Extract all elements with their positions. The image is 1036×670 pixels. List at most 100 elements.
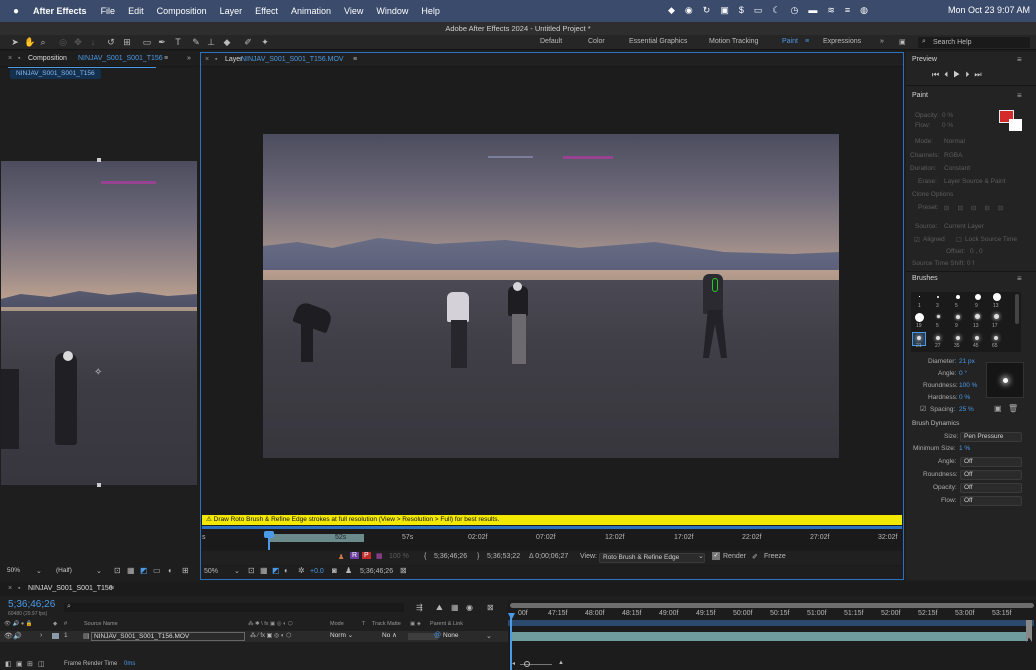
zoom-percent[interactable]: 100 %	[389, 553, 409, 560]
panel-toggle-icon[interactable]: ▣	[899, 38, 906, 46]
roto-brush-tool-icon[interactable]: ✐	[243, 37, 253, 47]
screen-record-icon[interactable]: ◉	[685, 5, 693, 16]
work-area-end-handle[interactable]	[1026, 620, 1032, 642]
menu-edit[interactable]: Edit	[128, 6, 144, 16]
more-workspaces-icon[interactable]: »	[880, 38, 884, 45]
channel-icon[interactable]: ◐	[284, 566, 289, 575]
paint-icon[interactable]: P	[362, 552, 371, 559]
workspace-default[interactable]: Default	[540, 38, 562, 45]
type-tool-icon[interactable]: T	[173, 37, 183, 47]
frame-blending-icon[interactable]: ◉	[466, 603, 473, 612]
layer-label-color[interactable]	[52, 633, 59, 639]
puppet-tool-icon[interactable]: ✦	[260, 37, 270, 47]
diameter-value[interactable]: 21 px	[959, 358, 975, 365]
size-dropdown[interactable]: Pen Pressure	[960, 432, 1022, 442]
workspace-paint-menu-icon[interactable]: ≡	[805, 38, 809, 45]
zoom-out-icon[interactable]: ◂	[512, 660, 515, 667]
battery-icon[interactable]: ▬	[808, 5, 817, 16]
spacing-checkbox[interactable]: ☑	[920, 405, 926, 413]
wifi-icon[interactable]: ≋	[827, 5, 835, 16]
clock-icon[interactable]: ◷	[790, 5, 798, 16]
set-out-point-icon[interactable]: }	[477, 553, 479, 560]
anchor-tool-icon[interactable]: ⊞	[122, 37, 132, 47]
transparency-grid-icon[interactable]: ▦	[260, 566, 268, 575]
visibility-eye-icon[interactable]: 👁	[4, 632, 13, 640]
dropbox-icon[interactable]: ◆	[668, 5, 675, 16]
graph-editor-icon[interactable]: ⊠	[487, 603, 494, 612]
close-tab-icon[interactable]: ×	[8, 585, 12, 592]
mode-dropdown[interactable]: Normal	[944, 138, 965, 145]
duration-dropdown[interactable]: Constant	[944, 165, 970, 172]
layer-tab[interactable]: × ▪ Layer NINJAV_S001_S001_T156.MOV ≡	[201, 53, 903, 67]
guides-icon[interactable]: ▭	[153, 566, 161, 575]
timeline-tab[interactable]: × ▪ NINJAV_S001_S001_T156 ≡	[0, 582, 1036, 596]
layer-name-field[interactable]: NINJAV_S001_S001_T156.MOV	[91, 632, 245, 641]
dyn-angle-dropdown[interactable]: Off	[960, 457, 1022, 467]
hardness-value[interactable]: 0 %	[959, 394, 970, 401]
snapshot-icon[interactable]: ◙	[332, 566, 337, 575]
workspace-paint[interactable]: Paint	[782, 38, 798, 45]
transparency-grid-icon[interactable]: ▦	[127, 566, 135, 575]
min-size-value[interactable]: 1 %	[959, 445, 970, 452]
background-color-swatch[interactable]	[1009, 119, 1022, 131]
timeline-search-field[interactable]: ⌕	[64, 603, 404, 612]
orbit-tool-icon[interactable]: ◎	[58, 37, 68, 47]
spacing-value[interactable]: 25 %	[959, 406, 974, 413]
region-icon[interactable]: ⊡	[114, 566, 121, 575]
offset-value[interactable]: 0 , 0	[970, 248, 983, 255]
color-icon[interactable]: ◐	[168, 566, 173, 575]
search-help-field[interactable]: ⌕ Search Help	[918, 37, 1030, 48]
app-menu[interactable]: After Effects	[33, 6, 87, 16]
refine-edge-icon[interactable]: R	[350, 552, 360, 559]
render-time-toggle-icon[interactable]: ◫	[38, 660, 45, 668]
source-dropdown[interactable]: Current Layer	[944, 223, 984, 230]
dyn-flow-dropdown[interactable]: Off	[960, 496, 1022, 506]
composition-viewer[interactable]: ✧	[1, 161, 197, 485]
audio-icon[interactable]: 🔊	[13, 632, 22, 640]
draft-3d-icon[interactable]: ⛰	[436, 603, 443, 613]
panel-menu-icon[interactable]: ≡	[1017, 91, 1022, 100]
set-in-point-icon[interactable]: {	[424, 553, 426, 560]
panel-expand-icon[interactable]: »	[187, 52, 191, 66]
col-source-name[interactable]: Source Name	[84, 621, 118, 627]
in-out-toggle-icon[interactable]: ⊞	[27, 660, 33, 668]
erase-dropdown[interactable]: Layer Source & Paint	[944, 178, 1005, 185]
layer-duration-bar[interactable]	[510, 632, 1028, 641]
dyn-opacity-dropdown[interactable]: Off	[960, 483, 1022, 493]
menu-animation[interactable]: Animation	[291, 6, 331, 16]
image-icon[interactable]: ▣	[720, 5, 729, 16]
time-indicator-head[interactable]	[264, 531, 274, 538]
brush-tool-icon[interactable]: ✎	[191, 37, 201, 47]
in-time[interactable]: 5;36;46;26	[434, 553, 467, 560]
comp-nav-button[interactable]: NINJAV_S001_S001_T156	[10, 69, 101, 79]
first-frame-icon[interactable]: ⏮	[932, 70, 944, 79]
delete-brush-icon[interactable]: 🗑	[1008, 404, 1018, 413]
timeline-graph-area[interactable]: 00f 47:15f 48:00f 48:15f 49:00f 49:15f 5…	[508, 600, 1036, 670]
exposure-reset-icon[interactable]: ✲	[298, 566, 305, 575]
opacity-value[interactable]: 0 %	[942, 112, 953, 119]
menu-view[interactable]: View	[344, 6, 363, 16]
timeline-timecode[interactable]: 5;36;46;26	[8, 599, 55, 610]
menu-layer[interactable]: Layer	[220, 6, 243, 16]
menu-window[interactable]: Window	[376, 6, 408, 16]
workspace-color[interactable]: Color	[588, 38, 605, 45]
layer-video-frame[interactable]	[263, 134, 839, 458]
new-brush-icon[interactable]: ▣	[994, 404, 1002, 413]
layer-time-ruler[interactable]: s 52s 57s 02:02f 07:02f 12:02f 17:02f 22…	[202, 526, 902, 550]
dyn-roundness-dropdown[interactable]: Off	[960, 470, 1022, 480]
zoom-in-icon[interactable]: ▲	[558, 660, 564, 666]
transform-handle-top[interactable]	[97, 158, 101, 162]
control-center-icon[interactable]: ≡	[845, 5, 850, 16]
menubar-clock[interactable]: Mon Oct 23 9:07 AM	[948, 5, 1030, 15]
track-matte-dropdown[interactable]: No ∧	[382, 632, 406, 641]
next-frame-icon[interactable]: ⏵	[965, 70, 974, 79]
channels-dropdown[interactable]: RGBA	[944, 152, 962, 159]
anchor-point-icon[interactable]: ✧	[94, 367, 102, 378]
tab-menu-icon[interactable]: ≡	[110, 585, 114, 592]
tab-menu-icon[interactable]: ≡	[164, 52, 168, 66]
play-icon[interactable]: ▶	[953, 70, 965, 79]
show-snapshot-icon[interactable]: ♟	[345, 566, 352, 575]
menu-file[interactable]: File	[101, 6, 116, 16]
timeline-layer-row[interactable]: 👁 🔊 › 1 ▤ NINJAV_S001_S001_T156.MOV ⁂ ⁄ …	[0, 631, 508, 642]
exposure-value[interactable]: +0.0	[310, 568, 324, 575]
